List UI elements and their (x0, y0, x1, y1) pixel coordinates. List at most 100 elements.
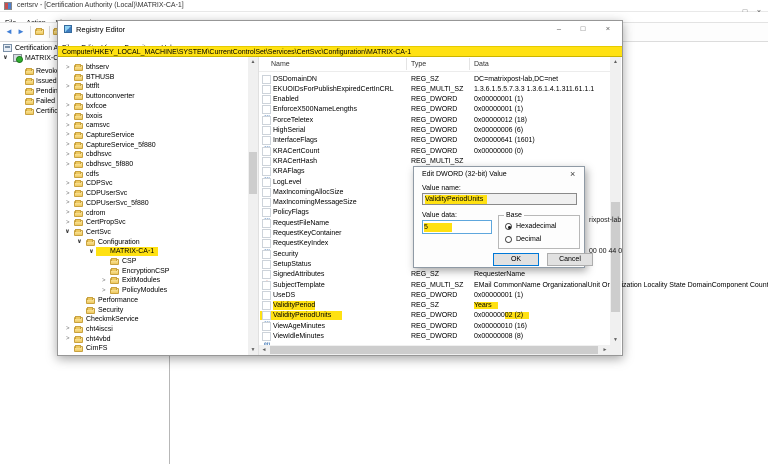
chevron-right-icon[interactable]: > (66, 161, 70, 169)
registry-key-buttonconverter[interactable]: buttonconverter (58, 92, 248, 102)
values-vertical-scrollbar[interactable]: ▲ ▼ (610, 57, 621, 345)
decimal-radio[interactable] (505, 236, 512, 243)
hexadecimal-radio[interactable] (505, 223, 512, 230)
chevron-down-icon[interactable]: ∨ (77, 238, 82, 246)
chevron-down-icon[interactable]: ∨ (89, 248, 94, 256)
column-header-type[interactable]: Type (411, 60, 426, 69)
column-divider[interactable] (406, 58, 407, 70)
registry-key-exitmodules[interactable]: > ExitModules (58, 276, 248, 286)
value-name-field[interactable]: ValidityPeriodUnits (422, 193, 577, 205)
registry-key-camsvc[interactable]: > camsvc (58, 121, 248, 131)
registry-key-bthserv[interactable]: > bthserv (58, 63, 248, 73)
scroll-right-arrow[interactable]: ► (602, 347, 608, 353)
forward-arrow-icon[interactable]: ► (17, 27, 25, 37)
registry-key-bxfcoe[interactable]: > bxfcoe (58, 101, 248, 111)
registry-value-row-kracertcount[interactable]: 011KRACertCount REG_DWORD 0x00000000 (0) (259, 146, 610, 162)
chevron-down-icon[interactable]: ∨ (3, 54, 8, 62)
registry-key-bthusb[interactable]: BTHUSB (58, 72, 248, 82)
chevron-right-icon[interactable]: > (66, 112, 70, 120)
registry-key-performance[interactable]: Performance (58, 295, 248, 305)
registry-key-configuration[interactable]: ∨ Configuration (58, 237, 248, 247)
registry-key-certpropsvc[interactable]: > CertPropSvc (58, 218, 248, 228)
up-one-level-icon[interactable] (35, 28, 44, 35)
registry-value-row-interfaceflags[interactable]: 011InterfaceFlags REG_DWORD 0x00000641 (16… (259, 136, 610, 151)
ok-button[interactable]: OK (493, 253, 539, 266)
tree-vertical-scrollbar[interactable]: ▲ ▼ (248, 57, 258, 355)
registry-key-encryptioncsp[interactable]: EncryptionCSP (58, 266, 248, 276)
registry-value-row-enabled[interactable]: 011Enabled REG_DWORD 0x00000001 (1) (259, 95, 610, 110)
registry-key-policymodules[interactable]: > PolicyModules (58, 286, 248, 296)
regedit-title-bar[interactable]: Registry Editor – □ × (58, 21, 622, 37)
back-arrow-icon[interactable]: ◄ (5, 27, 13, 37)
regedit-close-button[interactable]: × (601, 24, 615, 33)
registry-value-row-signedattributes[interactable]: abSignedAttributes REG_SZ RequesterName (259, 270, 610, 285)
registry-key-matrix-ca-1[interactable]: ∨ MATRIX-CA-1 (58, 247, 248, 257)
cancel-button[interactable]: Cancel (547, 253, 593, 266)
chevron-down-icon[interactable]: ∨ (65, 228, 70, 236)
registry-key-cdpusersvc-5f880[interactable]: > CDPUserSvc_5f880 (58, 198, 248, 208)
registry-key-csp[interactable]: CSP (58, 257, 248, 267)
regedit-address-bar[interactable]: Computer\HKEY_LOCAL_MACHINE\SYSTEM\Curre… (58, 46, 622, 57)
registry-value-row-subjecttemplate[interactable]: abSubjectTemplate REG_MULTI_SZ EMail Commo… (259, 280, 768, 296)
registry-value-row-validityperiod[interactable]: abValidityPeriod REG_SZ Years (259, 301, 610, 316)
registry-key-bxois[interactable]: > bxois (58, 111, 248, 121)
chevron-right-icon[interactable]: > (66, 335, 70, 343)
chevron-right-icon[interactable]: > (66, 219, 70, 227)
mmc-title-bar[interactable]: certsrv - [Certification Authority (Loca… (0, 0, 768, 16)
chevron-right-icon[interactable]: > (66, 102, 70, 110)
registry-value-row-enforcex500namelengths[interactable]: 011EnforceX500NameLengths REG_DWORD 0x0000… (259, 105, 610, 121)
registry-key-cldflt[interactable]: CldFlt (58, 354, 248, 356)
registry-value-row-dsdomaindn[interactable]: abDSDomainDN REG_SZ DC=matrixpost-lab,DC=n… (259, 74, 610, 90)
registry-value-row-forceteletex[interactable]: 011ForceTeletex REG_DWORD 0x00000012 (18) (259, 115, 610, 131)
chevron-right-icon[interactable]: > (66, 325, 70, 333)
registry-value-row-viewidleminutes[interactable]: 011ViewIdleMinutes REG_DWORD 0x00000008 (8… (259, 332, 610, 347)
chevron-right-icon[interactable]: > (66, 83, 70, 91)
registry-key-cdfs[interactable]: cdfs (58, 169, 248, 179)
registry-value-row-viewageminutes[interactable]: 011ViewAgeMinutes REG_DWORD 0x00000010 (16… (259, 321, 610, 337)
scroll-down-arrow[interactable]: ▼ (610, 337, 621, 343)
dialog-title-bar[interactable]: Edit DWORD (32-bit) Value × (414, 167, 584, 181)
registry-value-row-useds[interactable]: 011UseDS REG_DWORD 0x00000001 (1) (259, 290, 610, 306)
regedit-minimize-button[interactable]: – (552, 24, 566, 33)
scroll-up-arrow[interactable]: ▲ (248, 59, 258, 65)
value-data-field[interactable]: 5 (422, 220, 492, 234)
registry-key-cimfs[interactable]: CimFS (58, 344, 248, 354)
registry-value-row-validityperiodunits[interactable]: 011ValidityPeriodUnitsREG_DWORD0x0000000… (259, 310, 610, 327)
chevron-right-icon[interactable]: > (66, 151, 70, 159)
scrollbar-thumb[interactable] (270, 346, 598, 354)
scroll-up-arrow[interactable]: ▲ (610, 59, 621, 65)
scroll-down-arrow[interactable]: ▼ (248, 347, 258, 353)
chevron-right-icon[interactable]: > (102, 277, 106, 285)
registry-key-bttflt[interactable]: > bttflt (58, 82, 248, 92)
registry-key-cdpusersvc[interactable]: > CDPUserSvc (58, 189, 248, 199)
registry-key-certsvc[interactable]: ∨ CertSvc (58, 227, 248, 237)
registry-key-captureservice[interactable]: > CaptureService (58, 130, 248, 140)
registry-key-cht4vbd[interactable]: > cht4vbd (58, 334, 248, 344)
registry-value-row-ekuoidsforpublishexpiredcertincrl[interactable]: abEKUOIDsForPublishExpiredCertInCRL REG_M… (259, 84, 610, 100)
chevron-right-icon[interactable]: > (102, 287, 106, 295)
chevron-right-icon[interactable]: > (66, 64, 70, 72)
regedit-maximize-button[interactable]: □ (576, 24, 590, 33)
registry-key-cdpsvc[interactable]: > CDPSvc (58, 179, 248, 189)
registry-key-checkmkservice[interactable]: CheckmkService (58, 315, 248, 325)
registry-key-cbdhsvc-5f880[interactable]: > cbdhsvc_5f880 (58, 160, 248, 170)
chevron-right-icon[interactable]: > (66, 199, 70, 207)
chevron-right-icon[interactable]: > (66, 180, 70, 188)
column-header-name[interactable]: Name (271, 60, 290, 69)
values-horizontal-scrollbar[interactable]: ◄ ► (259, 345, 610, 355)
chevron-right-icon[interactable]: > (66, 131, 70, 139)
scroll-left-arrow[interactable]: ◄ (261, 347, 267, 353)
registry-key-cbdhsvc[interactable]: > cbdhsvc (58, 150, 248, 160)
registry-value-row-highserial[interactable]: 011HighSerial REG_DWORD 0x00000006 (6) (259, 126, 610, 141)
registry-key-cdrom[interactable]: > cdrom (58, 208, 248, 218)
dialog-close-icon[interactable]: × (570, 170, 575, 179)
chevron-right-icon[interactable]: > (66, 209, 70, 217)
column-divider[interactable] (469, 58, 470, 70)
scrollbar-thumb[interactable] (249, 152, 257, 194)
chevron-right-icon[interactable]: > (66, 141, 70, 149)
chevron-right-icon[interactable]: > (66, 190, 70, 198)
chevron-right-icon[interactable]: > (66, 122, 70, 130)
registry-key-cht4iscsi[interactable]: > cht4iscsi (58, 324, 248, 334)
column-header-data[interactable]: Data (474, 60, 489, 69)
registry-key-security[interactable]: Security (58, 305, 248, 315)
